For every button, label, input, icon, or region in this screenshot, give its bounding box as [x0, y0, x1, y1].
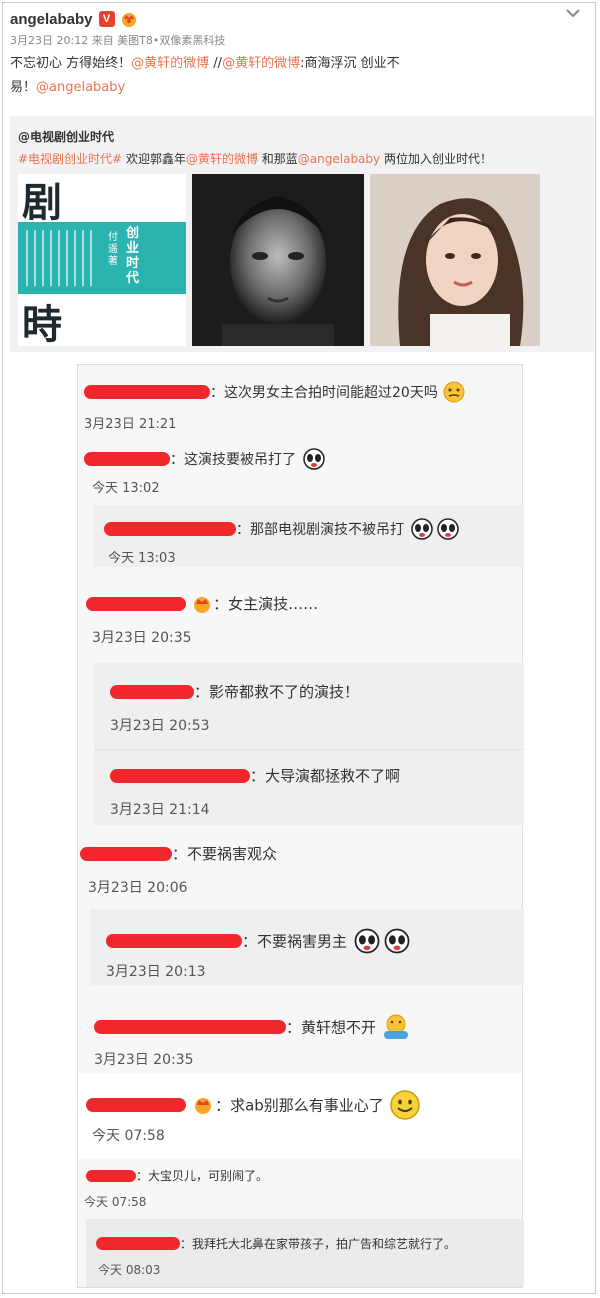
actor-portrait-image[interactable] — [192, 174, 364, 346]
redacted-username — [86, 1169, 136, 1182]
comment-text: ：不要祸害观众 — [172, 845, 278, 863]
comment-text: ：黄轩想不开 — [286, 1018, 377, 1037]
book-cover-bottom-text: 時 代 — [22, 301, 92, 346]
comment-item: ：大宝贝儿，可别闹了。 — [86, 1165, 268, 1184]
comment-time: 今天 13:02 — [92, 481, 160, 496]
comment-time: 今天 07:58 — [84, 1195, 147, 1209]
repost-text-part: 和那蓝 — [257, 152, 298, 166]
book-cover-lines — [26, 230, 96, 286]
comment-time: 今天 13:03 — [108, 551, 176, 566]
panda-face-emoji-icon — [437, 518, 459, 540]
actress-portrait-image[interactable] — [370, 174, 540, 346]
comment-time: 3月23日 20:13 — [106, 964, 206, 980]
comment-item: ：求ab别那么有事业心了 — [86, 1089, 421, 1121]
comment-item: ：不要祸害观众 — [80, 843, 277, 864]
comment-time: 今天 07:58 — [92, 1128, 165, 1144]
reply-item: ：那部电视剧演技不被吊打 — [104, 517, 461, 541]
comment-time: 3月23日 21:21 — [84, 417, 177, 432]
comment-time: 3月23日 20:35 — [94, 1052, 194, 1068]
chevron-down-icon[interactable] — [564, 6, 582, 20]
awkward-smile-emoji-icon — [443, 381, 465, 403]
post-text-part: :商海浮沉 创业不 — [300, 56, 400, 71]
repost-text-part: 两位加入创业时代！ — [380, 152, 492, 166]
comment-item: ：这演技要被吊打了 — [84, 447, 327, 471]
verified-badge-icon: V — [98, 11, 115, 27]
redacted-username — [80, 846, 172, 861]
panda-face-emoji-icon — [411, 518, 433, 540]
thinking-emoji-icon — [384, 1014, 409, 1039]
vip-crown-icon — [195, 1098, 212, 1114]
comment-text: ：影帝都救不了的演技！ — [194, 683, 360, 701]
mention-link[interactable]: @angelababy — [298, 152, 380, 166]
comment-time: 3月23日 21:14 — [110, 802, 210, 818]
comment-text: ：我拜托大北鼻在家带孩子，拍广告和综艺就行了。 — [180, 1237, 457, 1251]
comment-item: ：女主演技…… — [86, 593, 318, 614]
book-author: 付遥 著 — [108, 232, 118, 267]
post-meta: 3月23日 20:12 来自 美图T8•双像素黑科技 — [10, 34, 226, 47]
reply-divider — [94, 749, 524, 750]
book-cover-image[interactable]: 剧 業 创业时代 付遥 著 時 代 — [18, 174, 186, 346]
comments-panel: ：这次男女主合拍时间能超过20天吗 3月23日 21:21 ：这演技要被吊打了 … — [77, 364, 524, 1288]
redacted-username — [94, 1020, 286, 1034]
book-title: 创业时代 — [126, 226, 140, 286]
comment-text: ：大宝贝儿，可别闹了。 — [136, 1169, 269, 1183]
comment-time: 3月23日 20:35 — [92, 630, 192, 646]
redacted-username — [86, 596, 186, 611]
hashtag-link[interactable]: #电视剧创业时代# — [18, 152, 122, 166]
comment-text: ：女主演技…… — [213, 595, 319, 613]
redacted-username — [84, 385, 210, 399]
post-text-part: // — [209, 56, 223, 71]
repost-text-part: 欢迎郭鑫年 — [122, 152, 186, 166]
comment-text: ：求ab别那么有事业心了 — [215, 1096, 384, 1115]
post-text-part: 易！ — [10, 80, 37, 95]
vip-crown-icon — [120, 11, 138, 27]
mention-link[interactable]: @黄轩的微博 — [131, 56, 209, 71]
repost-text: #电视剧创业时代# 欢迎郭鑫年@黄轩的微博 和那蓝@angelababy 两位加… — [18, 150, 492, 167]
comment-text: ：这次男女主合拍时间能超过20天吗 — [210, 385, 438, 401]
comment-text: ：那部电视剧演技不被吊打 — [236, 522, 404, 538]
comment-time: 3月23日 20:53 — [110, 718, 210, 734]
book-cover-band: 创业时代 付遥 著 — [18, 222, 186, 294]
reply-item: ：影帝都救不了的演技！ — [110, 681, 359, 702]
post-text: 不忘初心 方得始终！@黄轩的微博 //@黄轩的微博:商海浮沉 创业不 易！@ang… — [10, 52, 500, 100]
post-username[interactable]: angelababy — [10, 11, 93, 28]
panda-face-emoji-icon — [303, 448, 325, 470]
repost-author[interactable]: @电视剧创业时代 — [18, 128, 114, 145]
post-text-part: 不忘初心 方得始终！ — [10, 56, 132, 71]
redacted-username — [110, 684, 194, 699]
redacted-username — [110, 768, 250, 783]
reply-item: ：不要祸害男主 — [106, 927, 412, 955]
smile-emoji-icon — [390, 1090, 420, 1120]
mention-link[interactable]: @黄轩的微博 — [222, 56, 300, 71]
comment-item: ：这次男女主合拍时间能超过20天吗 — [84, 381, 465, 403]
panda-face-emoji-icon — [354, 928, 380, 954]
comment-item: ：黄轩想不开 — [94, 1013, 411, 1041]
comment-time: 3月23日 20:06 — [88, 880, 188, 896]
comment-text: ：这演技要被吊打了 — [170, 452, 296, 468]
reply-item: ：大导演都拯救不了啊 — [110, 765, 400, 786]
comment-text: ：大导演都拯救不了啊 — [250, 767, 401, 785]
redacted-username — [84, 452, 170, 466]
weibo-post: angelababy V 3月23日 20:12 来自 美图T8•双像素黑科技 … — [6, 4, 592, 100]
vip-crown-icon — [194, 596, 211, 613]
mention-link[interactable]: @angelababy — [36, 80, 125, 95]
redacted-username — [106, 934, 242, 948]
redacted-username — [86, 1098, 186, 1112]
mention-link[interactable]: @黄轩的微博 — [186, 152, 258, 166]
comment-text: ：不要祸害男主 — [242, 932, 348, 951]
redacted-username — [96, 1237, 180, 1250]
repost-box[interactable]: @电视剧创业时代 #电视剧创业时代# 欢迎郭鑫年@黄轩的微博 和那蓝@angel… — [10, 116, 594, 352]
redacted-username — [104, 522, 236, 536]
reply-item: ：我拜托大北鼻在家带孩子，拍广告和综艺就行了。 — [96, 1233, 456, 1252]
comment-time: 今天 08:03 — [98, 1263, 161, 1277]
post-header: angelababy V — [6, 4, 592, 34]
panda-face-emoji-icon — [384, 928, 410, 954]
